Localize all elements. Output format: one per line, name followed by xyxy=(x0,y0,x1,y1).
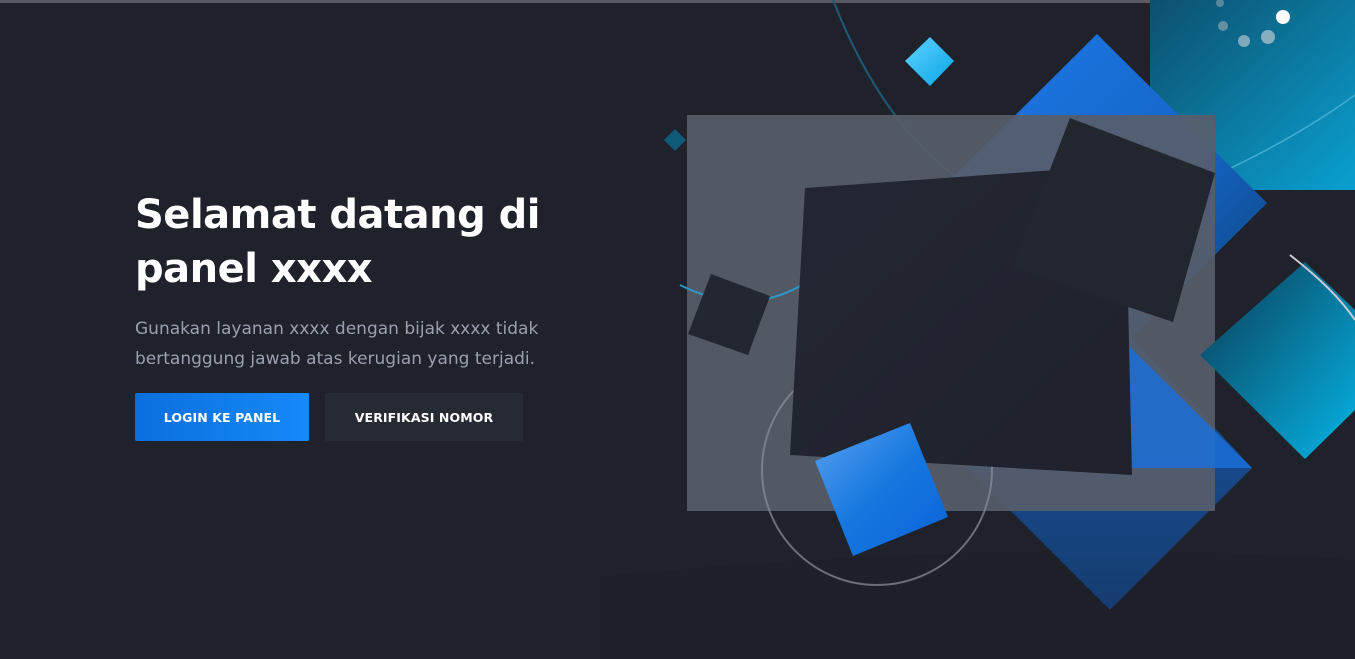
login-panel-button[interactable]: LOGIN KE PANEL xyxy=(135,393,309,441)
dot xyxy=(1261,30,1275,44)
dot xyxy=(1218,21,1228,31)
hero-title: Selamat datang di panel xxxx xyxy=(135,192,540,292)
hero-section: Selamat datang di panel xxxx Gunakan lay… xyxy=(135,188,575,374)
hero-subtitle: Gunakan layanan xxxx dengan bijak xxxx t… xyxy=(135,319,539,369)
background-sweep xyxy=(600,551,1355,659)
verify-number-button[interactable]: VERIFIKASI NOMOR xyxy=(325,393,523,441)
abstract-geometric-illustration xyxy=(600,0,1355,659)
small-cyan-diamond xyxy=(905,37,954,86)
tiny-teal-diamond xyxy=(664,129,686,151)
dot xyxy=(1276,10,1290,24)
dot xyxy=(1238,35,1250,47)
landing-page: Selamat datang di panel xxxx Gunakan lay… xyxy=(0,0,1355,659)
